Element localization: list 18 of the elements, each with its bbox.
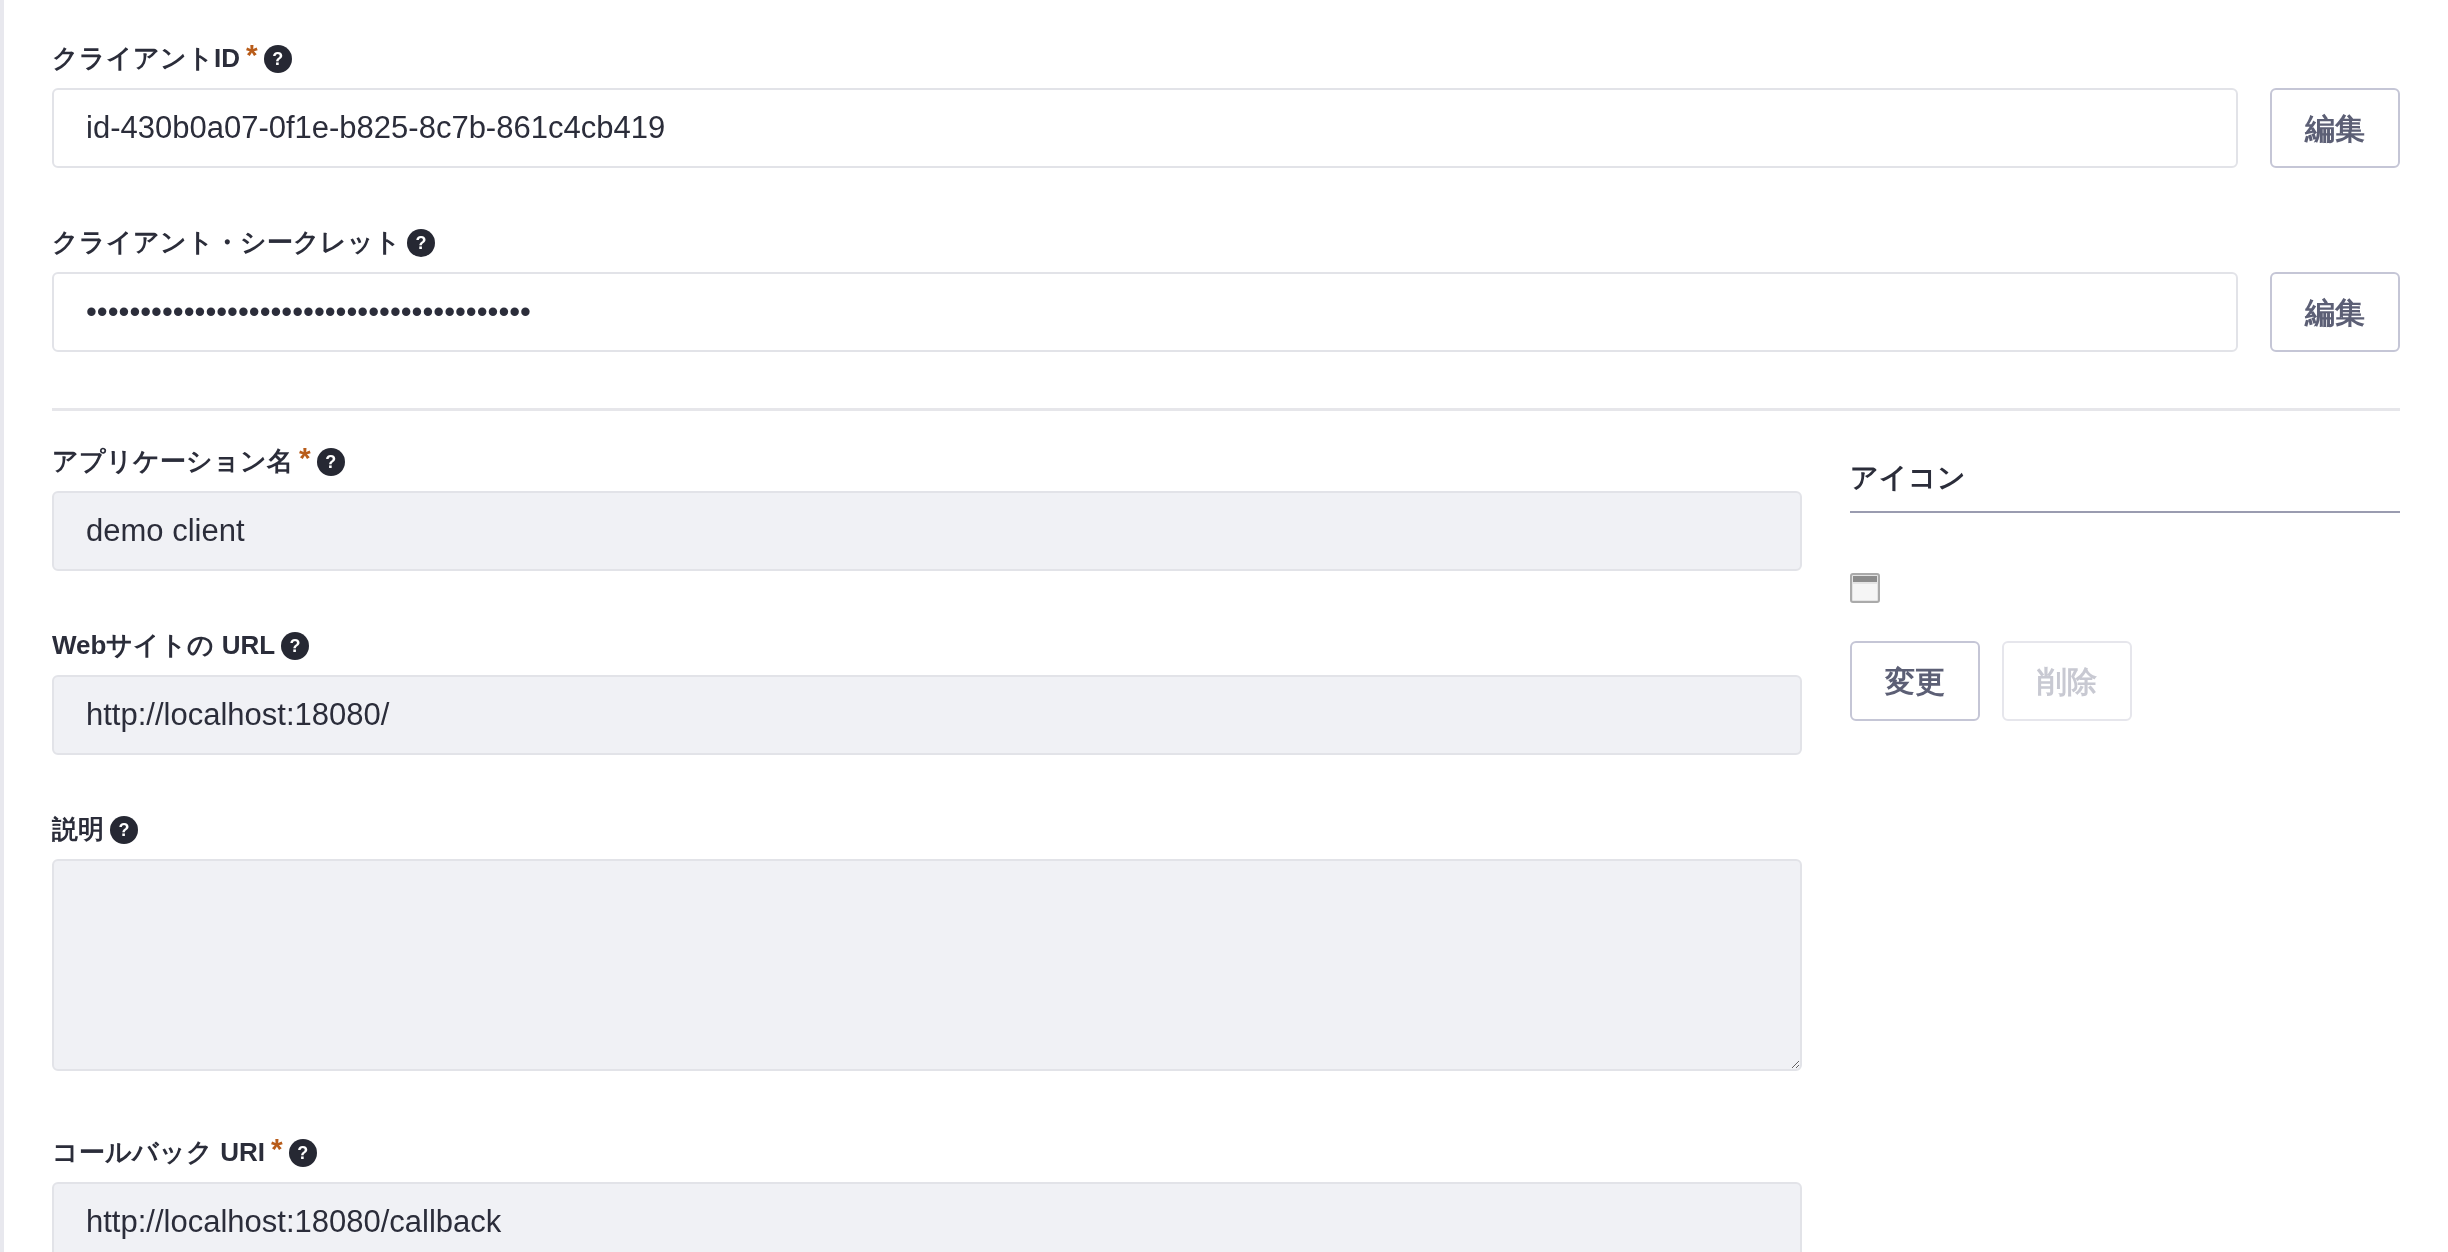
field-label: コールバック URI — [52, 1136, 265, 1169]
field-label: アプリケーション名 — [52, 445, 293, 478]
field-label: クライアントID — [52, 42, 240, 75]
input-field[interactable]: id-430b0a07-0f1e-b825-8c7b-861c4cb419 — [52, 88, 2238, 168]
input-field[interactable]: ••••••••••••••••••••••••••••••••••••••••• — [52, 272, 2238, 352]
help-icon[interactable]: ? — [407, 229, 435, 257]
window-icon — [1850, 573, 1880, 603]
edit-button[interactable]: 編集 — [2270, 88, 2400, 168]
panel-title: アイコン — [1850, 443, 2400, 513]
field-label: クライアント・シークレット — [52, 226, 401, 259]
required-mark: * — [299, 443, 311, 473]
required-mark: * — [271, 1134, 283, 1164]
required-mark: * — [246, 40, 258, 70]
help-icon[interactable]: ? — [263, 45, 292, 73]
field-label: 説明 — [52, 813, 104, 846]
edit-button[interactable]: 編集 — [2270, 272, 2400, 352]
field-label: Webサイトの URL — [52, 629, 276, 662]
icon-button[interactable]: 変更 — [1850, 641, 1980, 721]
